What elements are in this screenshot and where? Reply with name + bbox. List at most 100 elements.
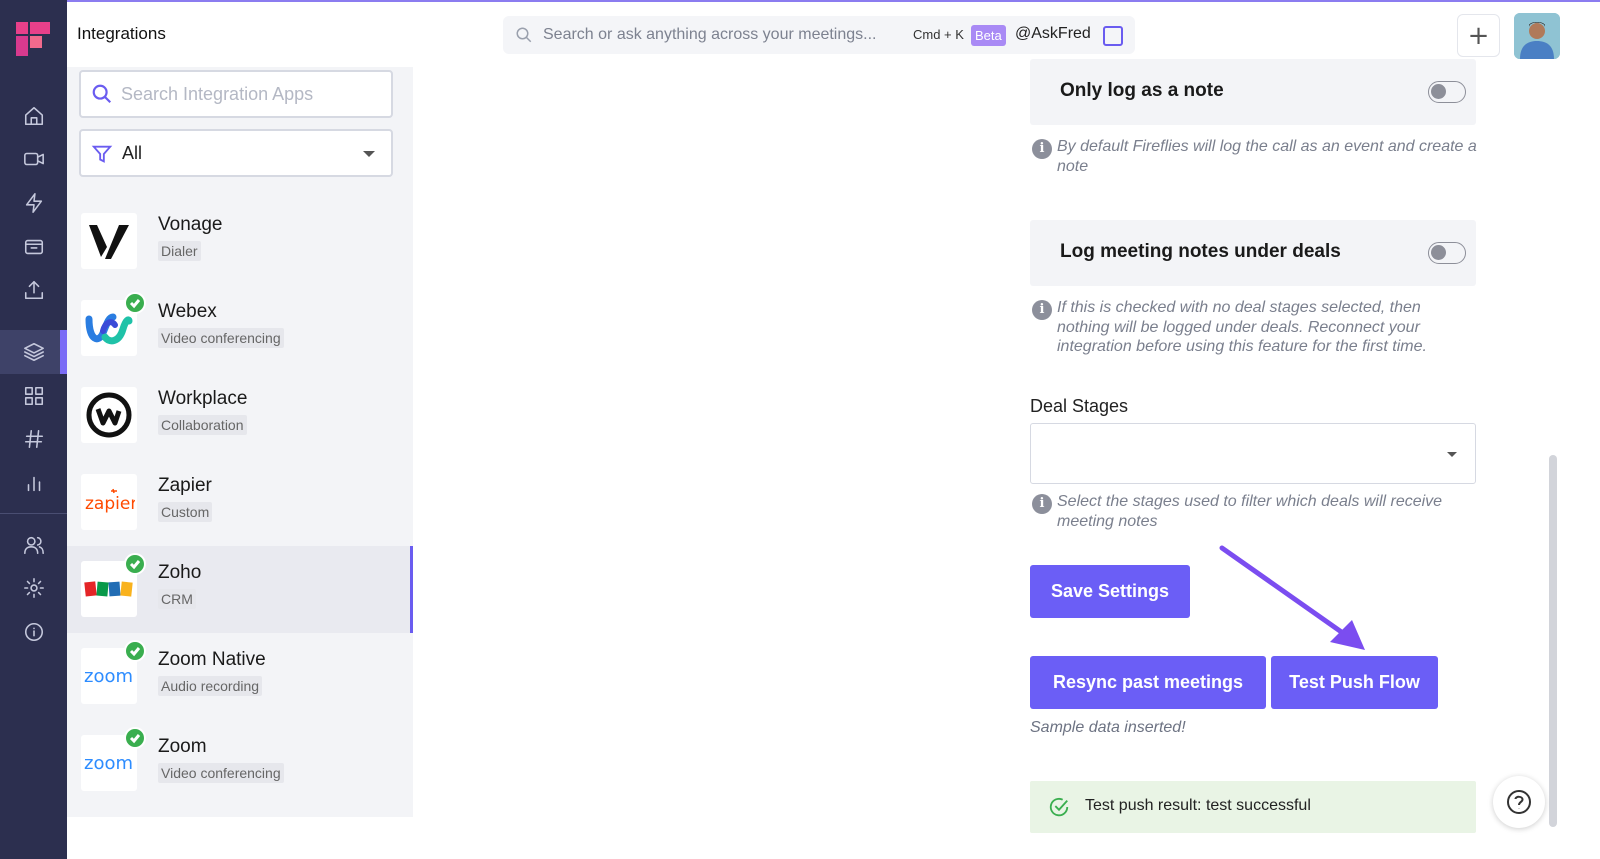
app-root: Integrations Cmd + K Beta @AskFred + [0, 0, 1600, 859]
integration-name: Workplace [158, 388, 248, 409]
workplace-logo [81, 387, 137, 443]
layers-icon [23, 342, 44, 362]
deal-stages-select[interactable] [1030, 423, 1476, 484]
integration-search[interactable] [79, 70, 393, 118]
integration-item-zapier[interactable]: zapier Zapier Custom [67, 459, 413, 546]
home-icon [24, 106, 43, 126]
save-settings-button[interactable]: Save Settings [1030, 565, 1190, 618]
askfred-button[interactable]: @AskFred [1015, 25, 1091, 43]
integrations-panel: All Vonage Dialer Webex Video conferenci… [67, 67, 413, 817]
zoho-wordmark [84, 581, 133, 597]
info-circle-icon: i [1032, 300, 1052, 320]
integration-search-input[interactable] [121, 82, 381, 106]
connected-check-icon [124, 292, 146, 314]
nav-settings[interactable] [0, 566, 67, 610]
search-icon [516, 27, 532, 43]
info-circle-icon: i [1032, 139, 1052, 159]
success-check-icon [1049, 797, 1069, 817]
integration-category: Audio recording [158, 676, 263, 696]
global-search-input[interactable] [543, 22, 903, 48]
integration-item-zoom-native[interactable]: zoom Zoom Native Audio recording [67, 633, 413, 720]
annotation-arrow-icon [1219, 545, 1365, 650]
resync-past-meetings-button[interactable]: Resync past meetings [1030, 656, 1266, 709]
plus-icon: + [1467, 20, 1490, 51]
svg-text:zoom: zoom [84, 666, 133, 687]
integration-item-zoho[interactable]: Zoho CRM [67, 546, 413, 633]
beta-badge: Beta [971, 25, 1006, 46]
only-log-note-toggle[interactable] [1428, 81, 1466, 103]
avatar-image [1514, 13, 1560, 59]
nav-channels[interactable] [0, 417, 67, 461]
nav-upload[interactable] [0, 268, 67, 312]
help-button[interactable] [1493, 776, 1545, 828]
user-avatar[interactable] [1514, 13, 1560, 59]
zoom-wordmark: zoom [84, 753, 133, 774]
nav-analytics[interactable] [0, 461, 67, 505]
log-under-deals-toggle[interactable] [1428, 242, 1466, 264]
integration-category: Custom [158, 502, 213, 522]
page-title: Integrations [77, 24, 166, 43]
integration-name: Zoho [158, 562, 202, 583]
nav-automations[interactable] [0, 181, 67, 225]
integration-item-webex[interactable]: Webex Video conferencing [67, 285, 413, 372]
log-under-deals-setting: Log meeting notes under deals [1030, 220, 1476, 286]
setting-label: Log meeting notes under deals [1060, 241, 1341, 262]
category-filter[interactable]: All [79, 129, 393, 177]
test-push-flow-button[interactable]: Test Push Flow [1271, 656, 1438, 709]
chevron-down-icon [1447, 452, 1457, 457]
integration-category: Video conferencing [158, 763, 284, 783]
global-search[interactable]: Cmd + K Beta @AskFred [503, 16, 1135, 54]
left-nav-rail [0, 0, 67, 859]
setting-label: Only log as a note [1060, 80, 1224, 101]
shortcut-hint: Cmd + K [913, 27, 964, 42]
nav-about[interactable] [0, 610, 67, 654]
nav-divider-2 [0, 513, 67, 514]
nav-meetings[interactable] [0, 137, 67, 181]
info-icon [24, 622, 43, 642]
integration-item-workplace[interactable]: Workplace Collaboration [67, 372, 413, 459]
nav-apps[interactable] [0, 374, 67, 418]
sample-status-text: Sample data inserted! [1030, 719, 1186, 736]
integration-category: Dialer [158, 241, 201, 261]
fireflies-logo[interactable] [14, 20, 52, 58]
test-result-banner: Test push result: test successful [1030, 781, 1476, 833]
integration-item-zoom[interactable]: zoom Zoom Video conferencing [67, 720, 413, 807]
nav-home[interactable] [0, 94, 67, 138]
info-circle-icon: i [1032, 494, 1052, 514]
search-icon [92, 84, 112, 104]
info-text: By default Fireflies will log the call a… [1057, 138, 1477, 175]
integration-name: Webex [158, 301, 217, 322]
integration-name: Zapier [158, 475, 212, 496]
team-icon [23, 536, 44, 555]
hashtag-icon [24, 429, 43, 449]
integration-name: Zoom Native [158, 649, 266, 670]
upload-icon [24, 280, 43, 300]
nav-calendar[interactable] [0, 225, 67, 269]
zapier-logo: zapier [81, 474, 137, 530]
checkbox-icon[interactable] [1103, 26, 1123, 46]
lightning-icon [25, 193, 42, 213]
integration-category: Collaboration [158, 415, 247, 435]
nav-integrations[interactable] [0, 330, 67, 374]
only-log-note-setting: Only log as a note [1030, 59, 1476, 125]
integration-category: CRM [158, 589, 196, 609]
svg-text:zapier: zapier [85, 494, 135, 514]
analytics-icon [27, 476, 40, 492]
top-bar: Integrations Cmd + K Beta @AskFred + [67, 0, 1600, 67]
filter-icon [91, 145, 113, 163]
connected-check-icon [124, 640, 146, 662]
zapier-wordmark: zapier [85, 488, 135, 514]
filter-value: All [122, 143, 143, 163]
info-text: Select the stages used to filter which d… [1057, 493, 1443, 530]
integration-category: Video conferencing [158, 328, 284, 348]
test-result-text: Test push result: test successful [1085, 797, 1311, 814]
apps-grid-icon [24, 386, 43, 406]
page-scrollbar[interactable] [1549, 455, 1557, 827]
add-button[interactable]: + [1457, 14, 1500, 57]
svg-text:zoom: zoom [84, 753, 133, 774]
vonage-logo [81, 213, 137, 269]
integration-name: Vonage [158, 214, 223, 235]
integration-item-vonage[interactable]: Vonage Dialer [67, 198, 413, 285]
video-icon [23, 152, 44, 166]
nav-team[interactable] [0, 523, 67, 567]
